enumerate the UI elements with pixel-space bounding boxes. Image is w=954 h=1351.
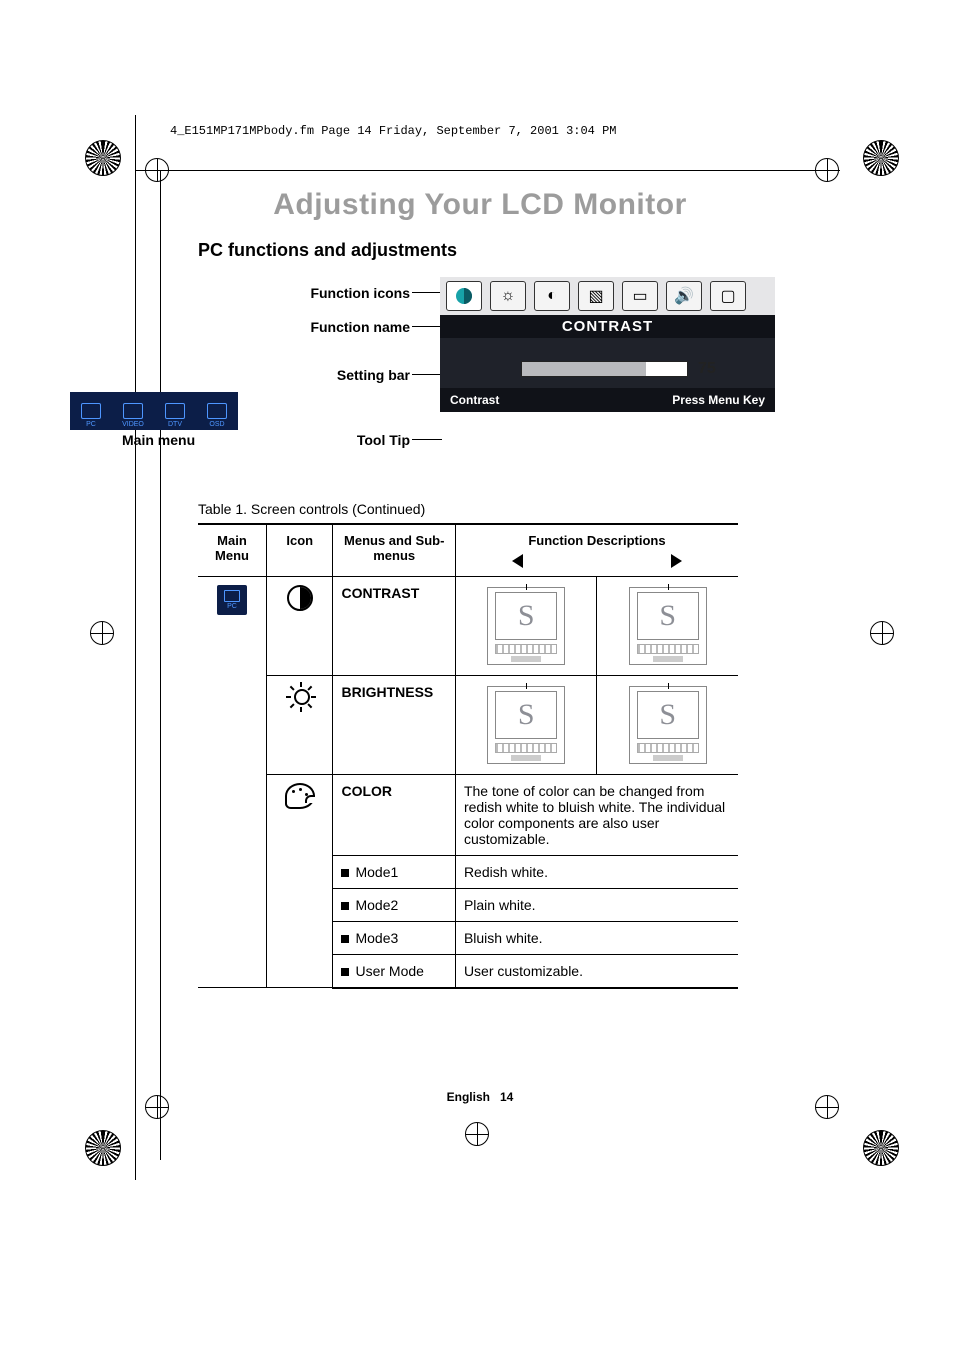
monitor-illustration: S <box>487 686 565 764</box>
footer-page-number: 14 <box>500 1090 513 1104</box>
leader-line <box>412 439 442 440</box>
bullet-icon <box>341 968 349 976</box>
page-content: 4_E151MP171MPbody.fm Page 14 Friday, Sep… <box>130 120 830 989</box>
leader-line <box>412 292 442 293</box>
position-icon: ▧ <box>578 281 614 311</box>
cell-desc: The tone of color can be changed from re… <box>455 774 738 855</box>
bullet-icon <box>341 869 349 877</box>
cell-icon <box>266 576 333 675</box>
th-descriptions: Function Descriptions <box>455 524 738 576</box>
cell-submenu: Mode3 <box>333 921 455 954</box>
osd-body: 75 <box>440 338 775 388</box>
image-icon: ▭ <box>622 281 658 311</box>
label-function-icons: Function icons <box>310 285 410 301</box>
main-menu-item: VIDEO <box>114 403 152 428</box>
cell-desc-left: S <box>455 675 597 774</box>
bullet-icon <box>341 902 349 910</box>
monitor-illustration: S <box>629 686 707 764</box>
osd-function-icons: ☼ ◐ ▧ ▭ 🔊 ▢ <box>440 277 775 315</box>
audio-icon: 🔊 <box>666 281 702 311</box>
registration-mark <box>465 1122 489 1146</box>
registration-mark <box>870 621 894 645</box>
label-function-name: Function name <box>310 319 410 335</box>
th-main-menu: Main Menu <box>198 524 266 576</box>
cell-submenu: Mode1 <box>333 855 455 888</box>
osd-tool-tip: Contrast Press Menu Key <box>440 388 775 412</box>
cell-desc: Redish white. <box>455 855 738 888</box>
cell-desc: Bluish white. <box>455 921 738 954</box>
cell-desc-right: S <box>597 675 738 774</box>
arrow-right-icon <box>671 554 682 568</box>
cell-submenu: Mode2 <box>333 888 455 921</box>
registration-mark <box>863 140 899 176</box>
misc-icon: ▢ <box>710 281 746 311</box>
monitor-illustration: S <box>629 587 707 665</box>
main-menu-item: DTV <box>156 403 194 428</box>
cell-menu: BRIGHTNESS <box>333 675 455 774</box>
table-row: PC CONTRAST S S <box>198 576 738 675</box>
contrast-icon <box>287 585 313 611</box>
table-row: COLOR The tone of color can be changed f… <box>198 774 738 855</box>
table-row: BRIGHTNESS S S <box>198 675 738 774</box>
label-setting-bar: Setting bar <box>337 367 410 383</box>
framemaker-header: 4_E151MP171MPbody.fm Page 14 Friday, Sep… <box>130 120 830 138</box>
registration-mark <box>90 621 114 645</box>
page-title: Adjusting Your LCD Monitor <box>130 188 830 222</box>
main-menu-thumbnail: PC VIDEO DTV OSD <box>70 392 238 430</box>
osd-panel: ☼ ◐ ▧ ▭ 🔊 ▢ CONTRAST 75 Contrast Press M… <box>440 277 775 412</box>
th-icon: Icon <box>266 524 333 576</box>
cell-icon <box>266 774 333 988</box>
leader-line <box>412 374 442 375</box>
cell-menu: COLOR <box>333 774 455 855</box>
cell-desc: Plain white. <box>455 888 738 921</box>
footer-language: English <box>447 1090 490 1104</box>
bullet-icon <box>341 935 349 943</box>
table-caption: Table 1. Screen controls (Continued) <box>198 501 830 517</box>
osd-setting-bar <box>521 361 688 377</box>
monitor-illustration: S <box>487 587 565 665</box>
osd-diagram: Function icons Function name Setting bar… <box>190 277 830 477</box>
leader-line <box>412 326 442 327</box>
registration-mark <box>85 140 121 176</box>
osd-tooltip-right: Press Menu Key <box>672 393 765 407</box>
color-icon: ◐ <box>534 281 570 311</box>
contrast-icon <box>446 281 482 311</box>
arrow-left-icon <box>512 554 523 568</box>
page-footer: English 14 <box>130 1090 830 1104</box>
cell-desc-right: S <box>597 576 738 675</box>
main-menu-item: OSD <box>198 403 236 428</box>
color-icon <box>285 783 315 809</box>
cell-icon <box>266 675 333 774</box>
brightness-icon: ☼ <box>490 281 526 311</box>
pc-badge-icon: PC <box>217 585 247 615</box>
main-menu-item: PC <box>72 403 110 428</box>
cell-submenu: User Mode <box>333 954 455 988</box>
brightness-icon <box>289 684 311 706</box>
registration-mark <box>863 1130 899 1166</box>
th-menus: Menus and Sub-menus <box>333 524 455 576</box>
osd-tooltip-left: Contrast <box>450 393 499 407</box>
cell-desc-left: S <box>455 576 597 675</box>
cell-menu: CONTRAST <box>333 576 455 675</box>
cell-desc: User customizable. <box>455 954 738 988</box>
section-heading: PC functions and adjustments <box>198 240 830 261</box>
osd-value: 75 <box>698 360 716 378</box>
label-main-menu: Main menu <box>122 432 410 448</box>
registration-mark <box>85 1130 121 1166</box>
osd-function-name: CONTRAST <box>440 315 775 338</box>
screen-controls-table: Main Menu Icon Menus and Sub-menus Funct… <box>198 523 738 989</box>
